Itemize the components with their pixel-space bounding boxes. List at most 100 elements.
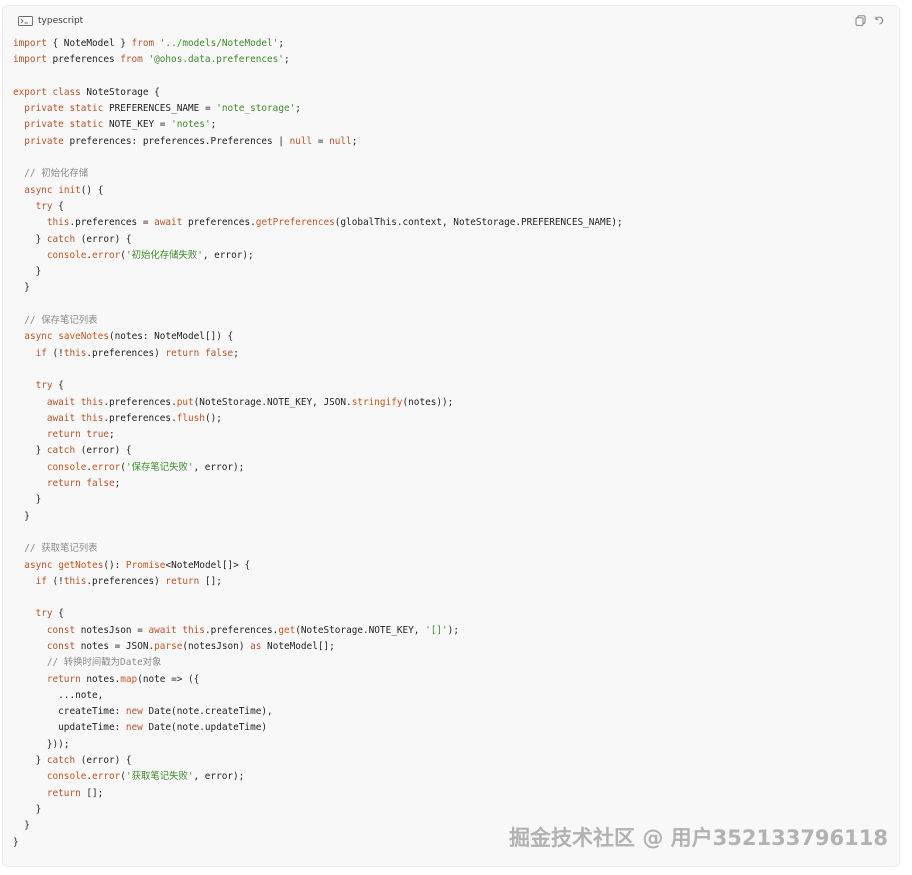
code-line: console.error('保存笔记失败', error); [13,460,623,476]
code-token: static [69,119,104,131]
code-line: const notes = JSON.parse(notesJson) as N… [13,639,623,655]
code-token: preferences. [182,217,256,229]
code-token: return [165,575,200,587]
code-line: this.preferences = await preferences.get… [13,215,623,231]
code-token: ; [351,135,358,147]
code-token: return [46,787,81,799]
code-line: export class NoteStorage { [13,85,623,101]
code-token: []; [199,575,222,587]
code-line: } catch (error) { [13,232,623,248]
code-token: await [148,624,177,636]
code-line: try { [13,199,623,215]
code-token: (error) { [75,233,132,245]
code-token: { [52,380,64,392]
code-token: ; [283,54,290,66]
code-token: // 保存笔记列表 [13,315,98,327]
code-token: ...note, [13,689,104,701]
code-block-header: typescript [3,6,899,34]
code-token: new [125,722,143,734]
code-token: flush [176,412,205,424]
code-token: , error); [193,771,245,783]
code-token: } [13,820,30,832]
code-token: '@ohos.data.preferences' [148,54,284,66]
code-token: .preferences. [103,412,177,424]
code-line: })); [13,737,623,753]
code-token: { [52,200,64,212]
code-token: .preferences. [103,396,177,408]
code-token: Date(note.createTime), [142,706,273,718]
code-token: (error) { [75,445,132,457]
code-line: return []; [13,786,623,802]
code-token: , error); [202,249,254,261]
code-token: ; [108,429,115,441]
code-line: console.error('初始化存储失败', error); [13,248,623,264]
code-line: // 初始化存储 [13,166,623,182]
code-token: Promise [125,559,166,571]
code-line: async init() { [13,183,623,199]
code-token: .preferences = [69,217,155,229]
code-token: preferences [46,54,121,66]
code-token: null [329,135,352,147]
code-token: import [13,38,47,49]
code-token: null [289,135,313,147]
code-token: return [46,478,81,490]
code-token: ; [278,38,284,49]
code-token: notes = JSON. [75,640,155,652]
code-token: this [80,396,104,408]
wrap-toggle-icon[interactable] [874,15,885,26]
code-token: console [46,249,87,261]
code-token: if [35,347,47,359]
code-line: private preferences: preferences.Prefere… [13,134,623,150]
code-line: return false; [13,476,623,492]
code-token: if [35,575,47,587]
code-token: console [46,461,87,473]
code-token: (notes: NoteModel[]) { [109,331,234,343]
code-token: init [58,184,81,196]
code-token: NoteModel[]; [261,640,335,652]
code-token: private [24,119,64,131]
code-token: await [154,217,183,229]
code-token: (note => ({ [137,673,200,685]
code-line: const notesJson = await this.preferences… [13,623,623,639]
language-label: typescript [38,16,84,26]
code-token: (notes)); [402,396,454,408]
code-line: await this.preferences.put(NoteStorage.N… [13,395,623,411]
code-line: ​ [13,297,623,313]
code-line: try { [13,378,623,394]
code-token: ); [447,624,459,636]
code-line: ​ [13,69,623,85]
code-line: // 保存笔记列表 [13,313,623,329]
code-token: private [24,135,64,147]
code-token: export [13,86,47,98]
code-token: '获取笔记失败' [125,771,194,783]
code-token: } [13,445,47,457]
code-token: () { [80,184,104,196]
code-token: this [182,624,205,636]
code-token: catch [46,445,76,457]
code-token: map [120,673,138,685]
code-token: async [24,559,53,571]
code-line: } [13,280,623,296]
code-token: try [35,608,53,620]
copy-icon[interactable] [855,15,866,26]
code-token: false [86,478,115,490]
code-token: return [46,429,81,441]
code-line: ​ [13,362,623,378]
code-token: try [35,380,53,392]
code-token: this [46,217,70,229]
language-indicator: typescript [18,14,83,28]
code-line: return notes.map(note => ({ [13,672,623,688]
code-token: catch [46,233,76,245]
code-token: 'notes' [171,119,211,131]
code-token: })); [13,738,70,750]
code-line: ​ [13,590,623,606]
